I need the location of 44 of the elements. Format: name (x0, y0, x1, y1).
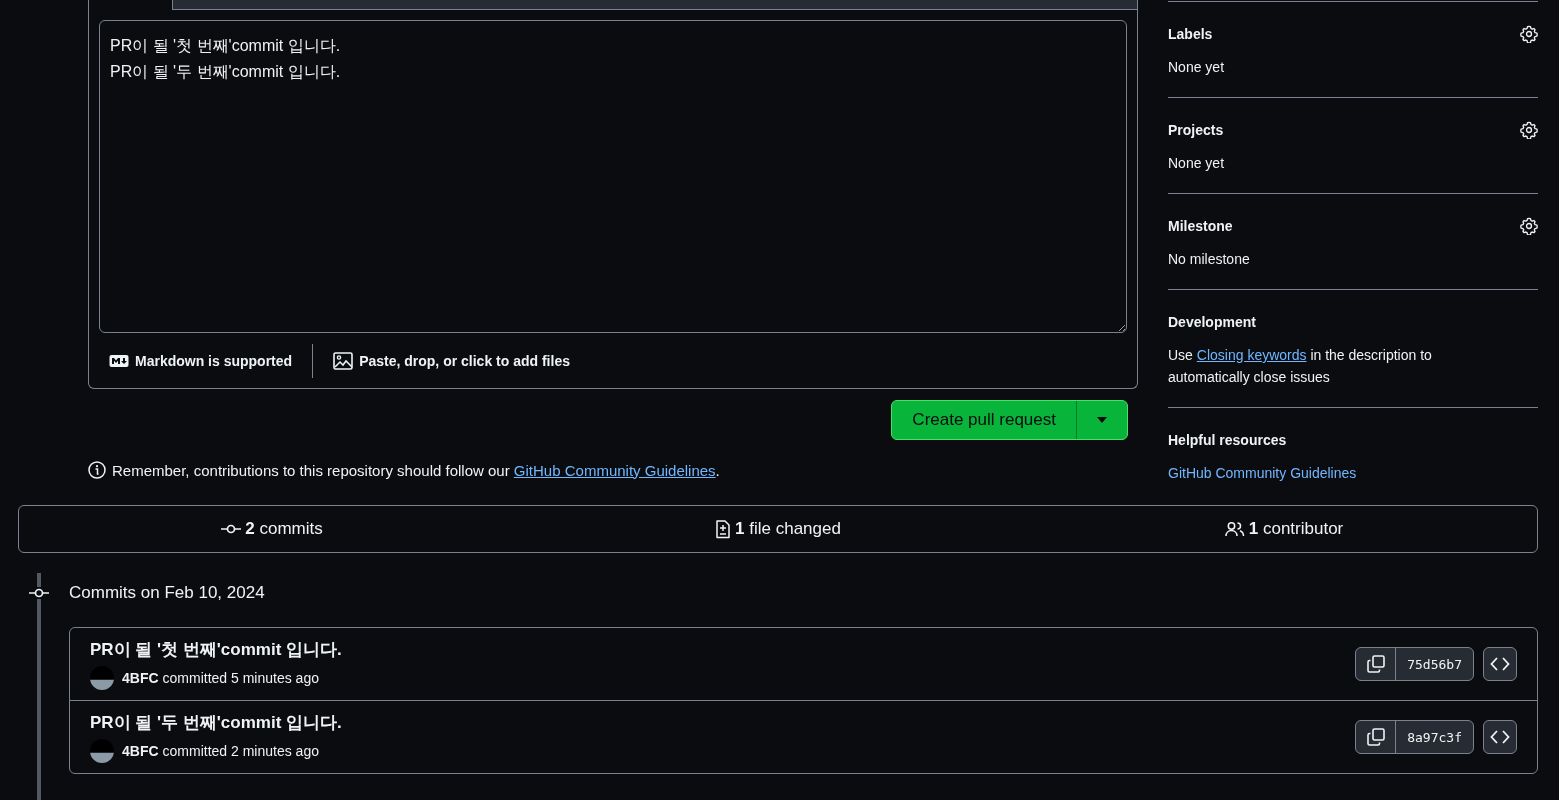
commit-time: committed 2 minutes ago (162, 743, 319, 759)
commit-icon (221, 523, 242, 535)
author-link[interactable]: 4BFC (122, 670, 159, 686)
summary-link[interactable]: 1 contributor (1224, 519, 1344, 539)
community-guidelines-link[interactable]: GitHub Community Guidelines (513, 461, 716, 479)
people-icon (1224, 521, 1245, 537)
section-title: Projects (1168, 122, 1224, 138)
commit-time: committed 5 minutes ago (162, 670, 319, 686)
commit-title[interactable]: PR이 될 '첫 번째'commit 입니다. (90, 640, 342, 659)
author-link[interactable]: 4BFC (122, 743, 159, 759)
section-title: Labels (1168, 26, 1213, 42)
section-value: No milestone (1168, 250, 1251, 269)
description-field[interactable]: PR이 될 '첫 번째'commit 입니다. PR이 될 '두 번째'commit 입니다. (99, 20, 1127, 333)
avatar[interactable] (90, 739, 114, 763)
file-diff-icon (715, 519, 732, 539)
attach-files-note[interactable]: Paste, drop, or click to add files (323, 351, 580, 370)
section-title: Development (1168, 314, 1256, 330)
summary-link[interactable]: 2 commits (221, 519, 323, 539)
code-icon (1490, 730, 1510, 744)
avatar[interactable] (90, 666, 114, 690)
closing-keywords-link[interactable]: Closing keywords (1196, 347, 1307, 363)
markdown-icon (109, 353, 129, 368)
summary-link[interactable]: 1 file changed (715, 519, 841, 539)
date-heading: Commits on Feb 10, 2024 (69, 583, 265, 603)
code-icon (1490, 657, 1510, 671)
settings-icon[interactable] (1520, 121, 1538, 139)
guidelines-note: Remember, contributions to this repository should follow our GitHub Community Guidelines. (112, 461, 720, 479)
markdown-note[interactable]: Markdown is supported (99, 352, 303, 369)
section-title: Milestone (1168, 218, 1233, 234)
browse-code-button[interactable] (1483, 647, 1517, 681)
section-value: None yet (1168, 58, 1226, 77)
copy-icon (1365, 654, 1386, 674)
development-note: Use Closing keywords in the description to automatically close issues (1168, 346, 1433, 387)
section-title: Helpful resources (1168, 432, 1287, 448)
browse-code-button[interactable] (1483, 720, 1517, 754)
section-value: None yet (1168, 154, 1226, 173)
settings-icon[interactable] (1520, 25, 1538, 43)
settings-icon[interactable] (1520, 217, 1538, 235)
commit-title[interactable]: PR이 될 '두 번째'commit 입니다. (90, 713, 342, 732)
info-icon (88, 461, 106, 479)
copy-icon (1365, 727, 1386, 747)
community-guidelines-link[interactable]: GitHub Community Guidelines (1168, 465, 1357, 481)
image-icon (333, 351, 354, 370)
caret-icon (1097, 417, 1107, 423)
